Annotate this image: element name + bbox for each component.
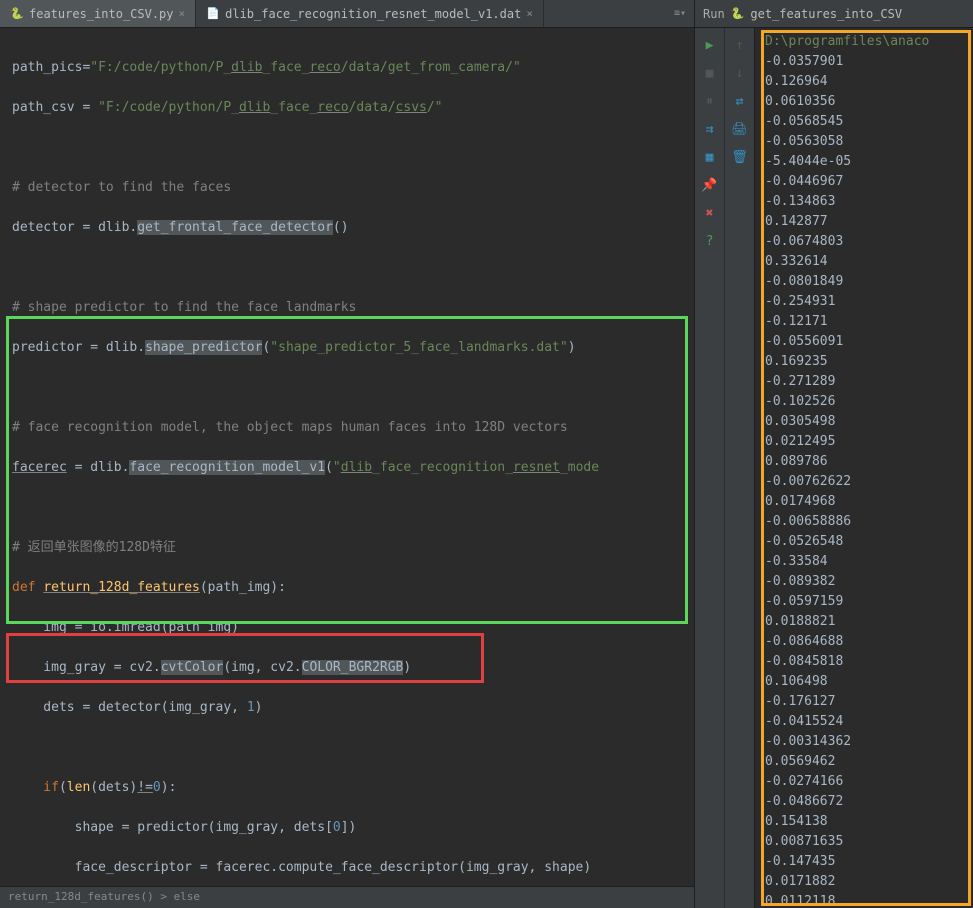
- output-line: -0.254931: [765, 292, 963, 312]
- output-line: -0.0357901: [765, 52, 963, 72]
- output-line: -0.00658886: [765, 512, 963, 532]
- output-line: -0.0801849: [765, 272, 963, 292]
- output-line: -0.33584: [765, 552, 963, 572]
- output-line: 0.00871635: [765, 832, 963, 852]
- output-line: D:\programfiles\anaco: [765, 32, 963, 52]
- output-line: 0.106498: [765, 672, 963, 692]
- layout-icon[interactable]: ▦: [700, 148, 720, 166]
- help-icon[interactable]: ?: [700, 232, 720, 250]
- run-panel: Run 🐍 get_features_into_CSV ▶ ■ ⏸ ⇉ ▦ 📌 …: [695, 0, 973, 908]
- breadcrumb[interactable]: return_128d_features() > else: [0, 886, 694, 908]
- output-line: -0.12171: [765, 312, 963, 332]
- output-line: -0.271289: [765, 372, 963, 392]
- pause-icon[interactable]: ⏸: [700, 92, 720, 110]
- output-line: -0.0597159: [765, 592, 963, 612]
- stop-icon[interactable]: ■: [700, 64, 720, 82]
- run-body: ▶ ■ ⏸ ⇉ ▦ 📌 ✖ ? ↑ ↓ ⇄ 🖨 🗑 D:\programfile…: [695, 28, 973, 908]
- output-line: 0.0212495: [765, 432, 963, 452]
- close-icon[interactable]: ✖: [700, 204, 720, 222]
- output-line: 0.0569462: [765, 752, 963, 772]
- tab-active[interactable]: 🐍 features_into_CSV.py ×: [0, 0, 196, 27]
- output-line: 0.169235: [765, 352, 963, 372]
- output-line: -0.0674803: [765, 232, 963, 252]
- output-line: -0.0274166: [765, 772, 963, 792]
- tab-label: dlib_face_recognition_resnet_model_v1.da…: [225, 7, 521, 21]
- output-line: 0.0171882: [765, 872, 963, 892]
- output-line: -0.0415524: [765, 712, 963, 732]
- down-arrow-icon[interactable]: ↓: [730, 64, 750, 82]
- run-toolbar-right: ↑ ↓ ⇄ 🖨 🗑: [725, 28, 755, 908]
- python-icon: 🐍: [10, 7, 24, 21]
- output-line: -0.00762622: [765, 472, 963, 492]
- pin-icon[interactable]: 📌: [700, 176, 720, 194]
- play-icon[interactable]: ▶: [700, 36, 720, 54]
- output-line: -0.089382: [765, 572, 963, 592]
- output-line: -0.0563058: [765, 132, 963, 152]
- output-line: -5.4044e-05: [765, 152, 963, 172]
- output-line: 0.0174968: [765, 492, 963, 512]
- wrap-icon[interactable]: ⇄: [730, 92, 750, 110]
- output-line: 0.0188821: [765, 612, 963, 632]
- output-line: -0.0864688: [765, 632, 963, 652]
- output-line: 0.0112118: [765, 892, 963, 908]
- output-line: -0.134863: [765, 192, 963, 212]
- output-line: 0.089786: [765, 452, 963, 472]
- code-editor[interactable]: path_pics="F:/code/python/P_dlib_face_re…: [0, 28, 694, 886]
- tab-label: features_into_CSV.py: [29, 7, 174, 21]
- up-arrow-icon[interactable]: ↑: [730, 36, 750, 54]
- close-icon[interactable]: ×: [526, 7, 533, 20]
- output-line: -0.102526: [765, 392, 963, 412]
- output-line: 0.126964: [765, 72, 963, 92]
- tab-inactive[interactable]: 📄 dlib_face_recognition_resnet_model_v1.…: [196, 0, 544, 27]
- file-icon: 📄: [206, 7, 220, 21]
- trash-icon[interactable]: 🗑: [730, 148, 750, 166]
- run-config-name: get_features_into_CSV: [750, 7, 902, 21]
- run-output[interactable]: D:\programfiles\anaco-0.03579010.1269640…: [755, 28, 973, 908]
- output-line: -0.147435: [765, 852, 963, 872]
- print-icon[interactable]: 🖨: [730, 120, 750, 138]
- output-line: 0.332614: [765, 252, 963, 272]
- output-line: -0.0446967: [765, 172, 963, 192]
- output-line: 0.142877: [765, 212, 963, 232]
- output-line: -0.176127: [765, 692, 963, 712]
- output-line: 0.154138: [765, 812, 963, 832]
- output-line: -0.0526548: [765, 532, 963, 552]
- tab-bar: 🐍 features_into_CSV.py × 📄 dlib_face_rec…: [0, 0, 694, 28]
- output-line: -0.0556091: [765, 332, 963, 352]
- close-icon[interactable]: ×: [179, 7, 186, 20]
- output-line: -0.0845818: [765, 652, 963, 672]
- output-line: -0.00314362: [765, 732, 963, 752]
- tab-dropdown-icon[interactable]: ≡▾: [666, 8, 694, 19]
- python-icon: 🐍: [731, 7, 745, 20]
- output-line: -0.0568545: [765, 112, 963, 132]
- run-toolbar-left: ▶ ■ ⏸ ⇉ ▦ 📌 ✖ ?: [695, 28, 725, 908]
- run-header: Run 🐍 get_features_into_CSV: [695, 0, 973, 28]
- run-label: Run: [703, 7, 725, 21]
- output-line: 0.0610356: [765, 92, 963, 112]
- output-line: 0.0305498: [765, 412, 963, 432]
- editor-panel: 🐍 features_into_CSV.py × 📄 dlib_face_rec…: [0, 0, 695, 908]
- output-line: -0.0486672: [765, 792, 963, 812]
- debug-icon[interactable]: ⇉: [700, 120, 720, 138]
